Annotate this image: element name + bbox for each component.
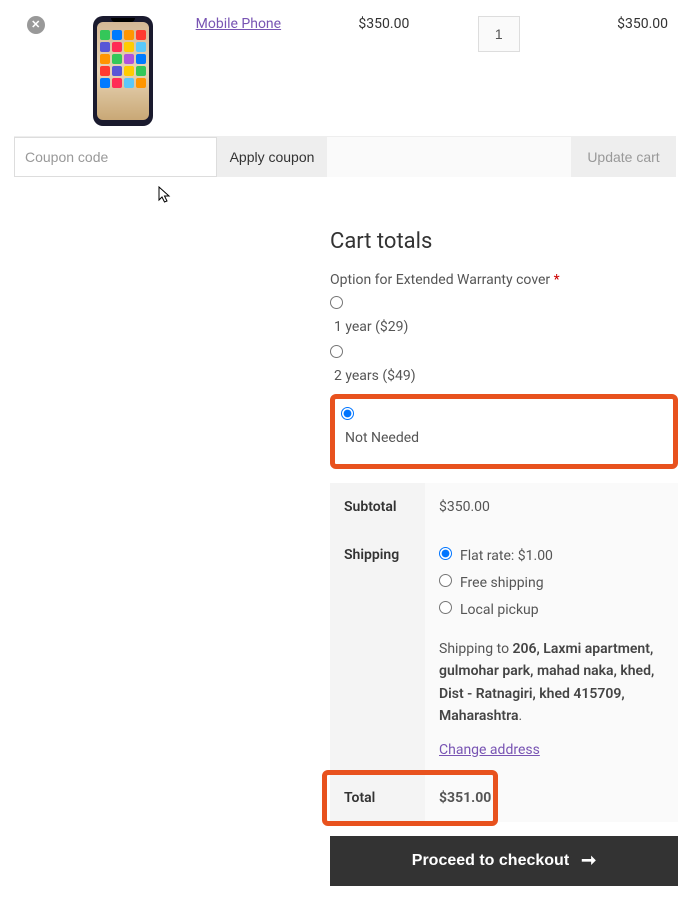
- shipping-address: Shipping to 206, Laxmi apartment, gulmoh…: [439, 638, 664, 728]
- proceed-to-checkout-button[interactable]: Proceed to checkout ➞: [330, 836, 678, 886]
- warranty-option-2-years[interactable]: [330, 345, 343, 358]
- totals-table: Subtotal $350.00 Shipping Flat rate: $1.…: [330, 483, 678, 822]
- shipping-options: Flat rate: $1.00 Free shipping Local pic…: [439, 547, 664, 618]
- arrow-right-icon: ➞: [581, 850, 596, 871]
- cart-totals-title: Cart totals: [330, 229, 678, 254]
- shipping-free-radio[interactable]: [439, 574, 452, 587]
- item-price: $350.00: [350, 6, 469, 137]
- product-name-link[interactable]: Mobile Phone: [196, 16, 281, 32]
- remove-item-button[interactable]: ✕: [27, 16, 45, 34]
- subtotal-value: $350.00: [425, 483, 678, 531]
- total-label: Total: [330, 774, 425, 822]
- cart-totals: Cart totals Option for Extended Warranty…: [330, 229, 678, 886]
- shipping-local-pickup-radio[interactable]: [439, 601, 452, 614]
- total-value: $351.00: [439, 790, 491, 806]
- checkout-label: Proceed to checkout: [412, 852, 569, 870]
- warranty-label: Option for Extended Warranty cover *: [330, 272, 678, 288]
- shipping-local-pickup[interactable]: Local pickup: [439, 601, 664, 618]
- apply-coupon-button[interactable]: Apply coupon: [217, 137, 327, 177]
- warranty-option-1-year-label: 1 year ($29): [330, 313, 678, 341]
- warranty-option-not-needed[interactable]: [341, 407, 354, 420]
- shipping-flat-rate[interactable]: Flat rate: $1.00: [439, 547, 664, 564]
- highlight-total-row: Total $351.00: [330, 774, 678, 822]
- warranty-option-1-year[interactable]: [330, 296, 343, 309]
- cart-table: ✕ Mobile Phone $350.00 $350.00: [14, 6, 676, 177]
- highlight-warranty-not-needed: Not Needed: [330, 394, 678, 469]
- shipping-free[interactable]: Free shipping: [439, 574, 664, 591]
- subtotal-label: Subtotal: [330, 483, 425, 531]
- change-address-link[interactable]: Change address: [439, 742, 540, 758]
- required-asterisk: *: [554, 272, 560, 288]
- update-cart-button[interactable]: Update cart: [571, 137, 676, 177]
- cursor-icon: [158, 186, 172, 208]
- shipping-flat-rate-radio[interactable]: [439, 547, 452, 560]
- coupon-code-input[interactable]: [14, 137, 217, 177]
- quantity-input[interactable]: [478, 16, 520, 52]
- warranty-option-not-needed-label: Not Needed: [341, 424, 667, 452]
- product-thumbnail[interactable]: [93, 16, 153, 126]
- item-subtotal: $350.00: [557, 6, 676, 137]
- shipping-label: Shipping: [330, 531, 425, 774]
- warranty-option-2-years-label: 2 years ($49): [330, 362, 678, 390]
- cart-actions-bar: Apply coupon Update cart: [14, 137, 676, 177]
- cart-item-row: ✕ Mobile Phone $350.00 $350.00: [14, 6, 676, 137]
